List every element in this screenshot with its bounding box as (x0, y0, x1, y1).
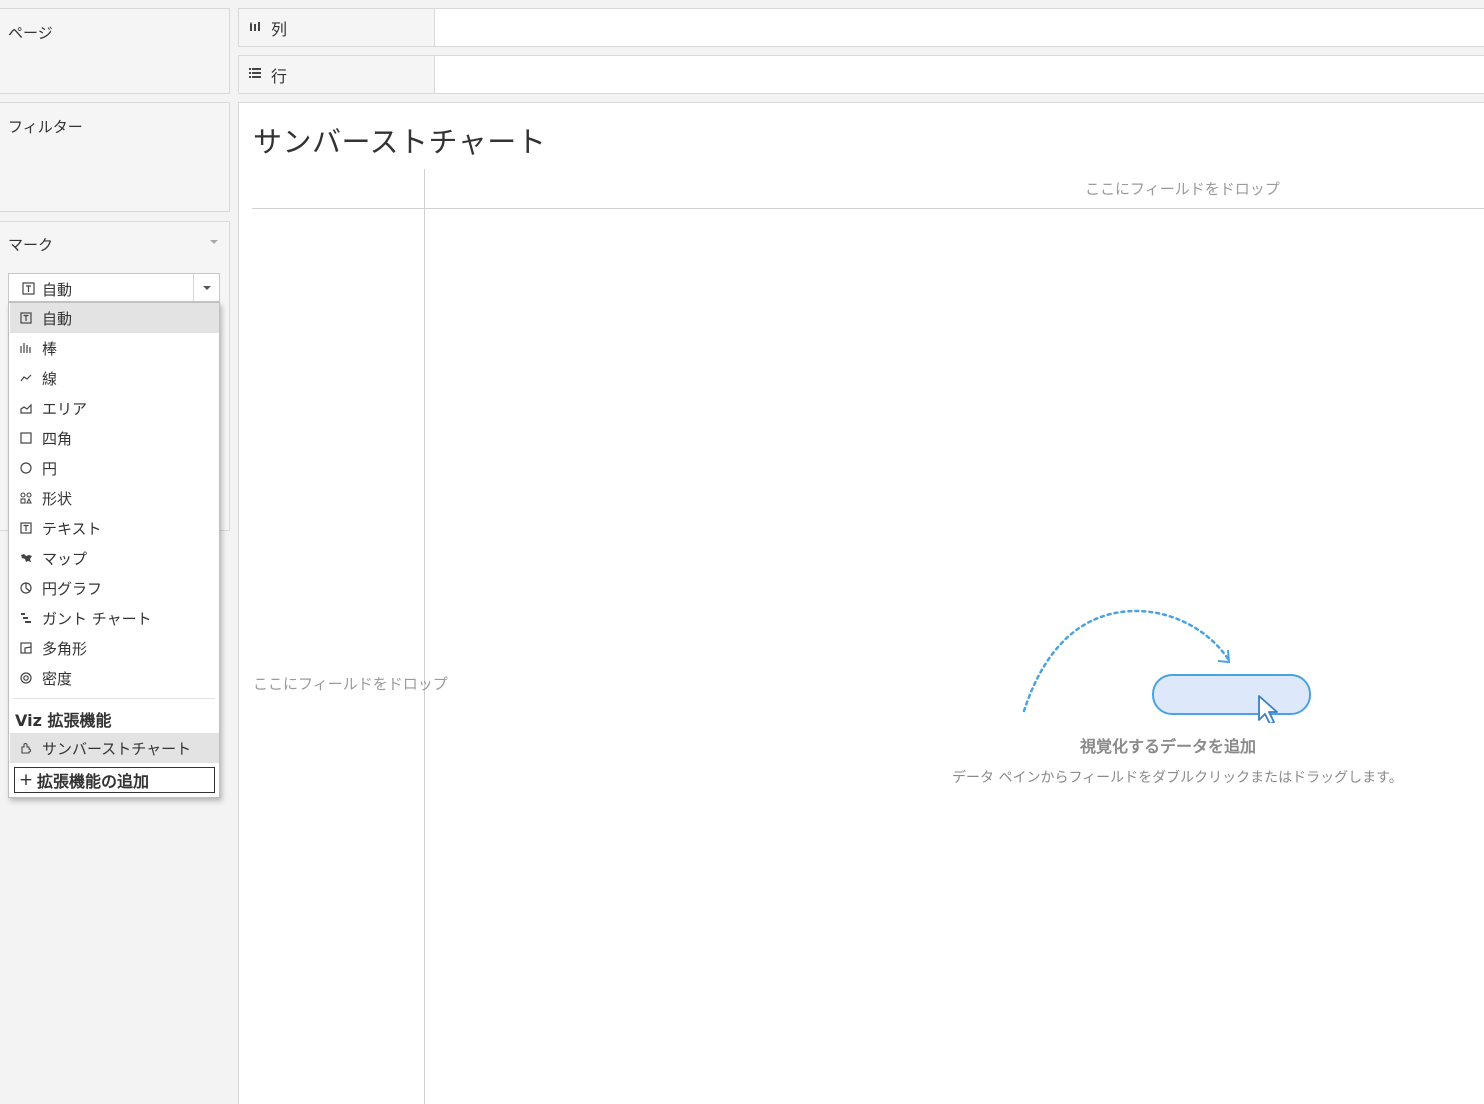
columns-shelf-label: 列 (239, 9, 435, 46)
circle-icon (10, 462, 42, 474)
extension-icon (10, 742, 42, 754)
menu-item-label: 四角 (42, 429, 73, 448)
pie-icon (10, 582, 42, 594)
drag-field-illustration (1022, 609, 1311, 723)
menu-item-sunburst-extension[interactable]: サンバーストチャート (10, 733, 219, 763)
marks-card-menu-icon[interactable] (210, 240, 218, 244)
text-box-icon (22, 280, 35, 295)
menu-separator (13, 698, 215, 699)
viz-extensions-header: Viz 拡張機能 (15, 711, 112, 730)
area-icon (10, 402, 42, 414)
drop-field-top-zone[interactable]: ここにフィールドをドロップ (1085, 178, 1280, 199)
menu-item-label: 線 (42, 369, 58, 388)
rows-drop-zone[interactable] (435, 56, 1484, 93)
mark-type-selected: 自動 (42, 281, 73, 299)
mark-type-dropdown[interactable]: 自動 (8, 273, 220, 302)
pages-card-title: ページ (8, 24, 53, 42)
menu-item-label: 自動 (42, 309, 73, 328)
columns-shelf: 列 (238, 8, 1484, 47)
menu-item-auto[interactable]: 自動 (10, 303, 219, 333)
menu-item-label: マップ (42, 549, 88, 568)
menu-item-polygon[interactable]: 多角形 (10, 633, 219, 663)
menu-item-text[interactable]: テキスト (10, 513, 219, 543)
gantt-icon (10, 612, 42, 624)
menu-item-gantt[interactable]: ガント チャート (10, 603, 219, 633)
menu-item-area[interactable]: エリア (10, 393, 219, 423)
square-icon (10, 432, 42, 444)
rows-icon (249, 67, 261, 82)
empty-state-subtitle: データ ペインからフィールドをダブルクリックまたはドラッグします。 (952, 770, 1403, 786)
columns-label: 列 (271, 19, 288, 39)
worksheet-canvas[interactable]: サンバーストチャート ここにフィールドをドロップ ここにフィールドをドロップ 視… (238, 102, 1484, 1104)
menu-item-label: 形状 (42, 489, 73, 508)
tableau-worksheet: ページ フィルター マーク 列 行 サンバーストチャート ここにフィールドをドロ… (0, 0, 1484, 1104)
menu-item-circle[interactable]: 円 (10, 453, 219, 483)
menu-item-square[interactable]: 四角 (10, 423, 219, 453)
rows-label: 行 (271, 66, 288, 86)
shapes-icon (10, 492, 42, 504)
columns-icon (249, 20, 261, 35)
pane-divider-horizontal (252, 208, 1484, 209)
menu-item-line[interactable]: 線 (10, 363, 219, 393)
menu-item-pie[interactable]: 円グラフ (10, 573, 219, 603)
text-box-icon (10, 312, 42, 324)
line-icon (10, 372, 42, 384)
filters-card[interactable]: フィルター (0, 102, 230, 212)
menu-item-label: エリア (42, 399, 88, 418)
empty-state-title: 視覚化するデータを追加 (1080, 737, 1257, 756)
add-extension-label: 拡張機能の追加 (37, 772, 150, 791)
drop-field-left-zone[interactable]: ここにフィールドをドロップ (253, 673, 448, 694)
menu-item-label: ガント チャート (42, 609, 152, 628)
sheet-title[interactable]: サンバーストチャート (253, 119, 546, 161)
menu-item-label: 円グラフ (42, 579, 103, 598)
filters-card-title: フィルター (8, 118, 83, 136)
menu-item-label: 密度 (42, 669, 73, 688)
dropdown-arrow-icon[interactable] (193, 274, 219, 301)
polygon-icon (10, 642, 42, 654)
bar-icon (10, 342, 42, 354)
menu-item-shape[interactable]: 形状 (10, 483, 219, 513)
marks-card-title: マーク (8, 236, 54, 254)
menu-item-label: 円 (42, 459, 58, 478)
menu-item-map[interactable]: マップ (10, 543, 219, 573)
pages-card[interactable]: ページ (0, 8, 230, 94)
add-extension-button[interactable]: + 拡張機能の追加 (14, 767, 215, 793)
menu-item-bar[interactable]: 棒 (10, 333, 219, 363)
rows-shelf-label: 行 (239, 56, 435, 93)
columns-drop-zone[interactable] (435, 9, 1484, 46)
mark-type-menu: 自動 棒 線 エリア 四角 円 形状 テキスト マップ 円グラフ ガント チャー… (8, 302, 220, 798)
plus-icon: + (18, 770, 34, 790)
pane-divider-vertical (424, 169, 425, 1104)
density-icon (10, 672, 42, 684)
menu-item-label: テキスト (42, 519, 102, 538)
menu-item-label: サンバーストチャート (42, 739, 192, 758)
rows-shelf: 行 (238, 55, 1484, 94)
menu-item-label: 棒 (42, 339, 58, 358)
menu-item-label: 多角形 (42, 639, 88, 658)
text-box-icon (10, 522, 42, 534)
map-icon (10, 553, 42, 563)
menu-item-density[interactable]: 密度 (10, 663, 219, 693)
